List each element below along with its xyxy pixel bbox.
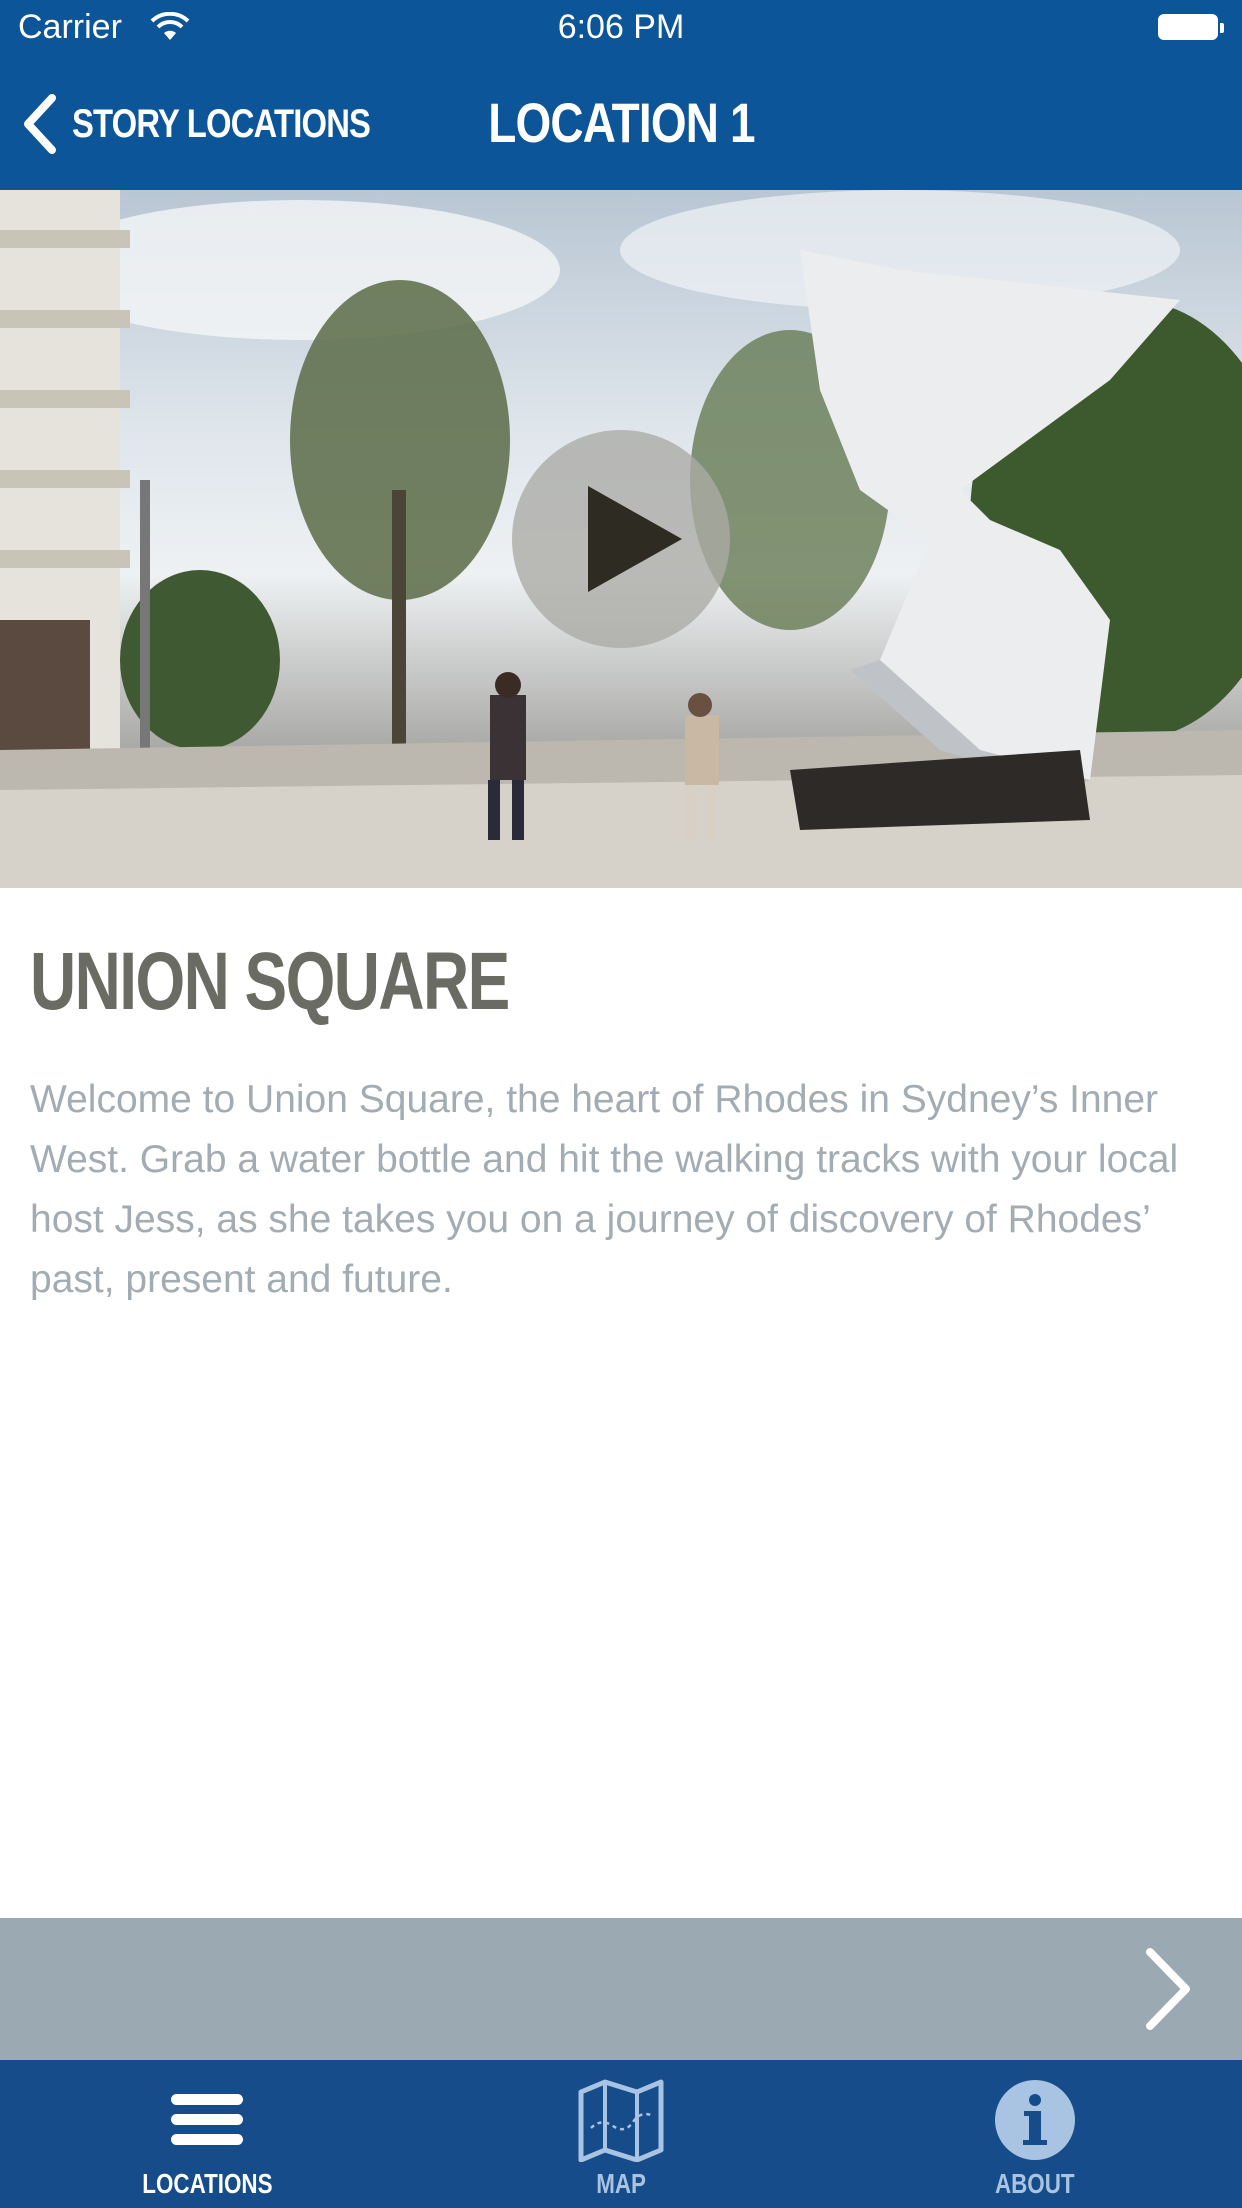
play-button[interactable] — [512, 430, 730, 648]
page-title: LOCATION 1 — [487, 91, 755, 154]
next-location-button[interactable] — [0, 1918, 1242, 2060]
status-bar: Carrier 6:06 PM — [0, 0, 1242, 60]
tab-about[interactable]: ABOUT — [828, 2060, 1242, 2208]
tab-locations-label: LOCATIONS — [141, 2168, 273, 2199]
chevron-right-icon — [1146, 1948, 1190, 2030]
play-icon — [588, 486, 682, 592]
location-description: Welcome to Union Square, the heart of Rh… — [30, 1078, 1179, 1301]
tab-bar: LOCATIONS MAP ABOUT — [0, 2060, 1242, 2208]
location-title: UNION SQUARE — [30, 936, 510, 1027]
tab-map-label: MAP — [596, 2168, 646, 2199]
clock: 6:06 PM — [557, 8, 685, 46]
tab-map[interactable]: MAP — [414, 2060, 828, 2208]
navigation-bar: STORY LOCATIONS LOCATION 1 — [0, 60, 1242, 190]
info-icon — [995, 2080, 1075, 2160]
video-thumbnail[interactable] — [0, 190, 1242, 888]
tab-about-label: ABOUT — [995, 2168, 1075, 2199]
tab-locations[interactable]: LOCATIONS — [0, 2060, 414, 2208]
map-icon — [578, 2079, 664, 2162]
battery-icon — [1158, 14, 1224, 42]
hamburger-icon — [171, 2094, 243, 2145]
